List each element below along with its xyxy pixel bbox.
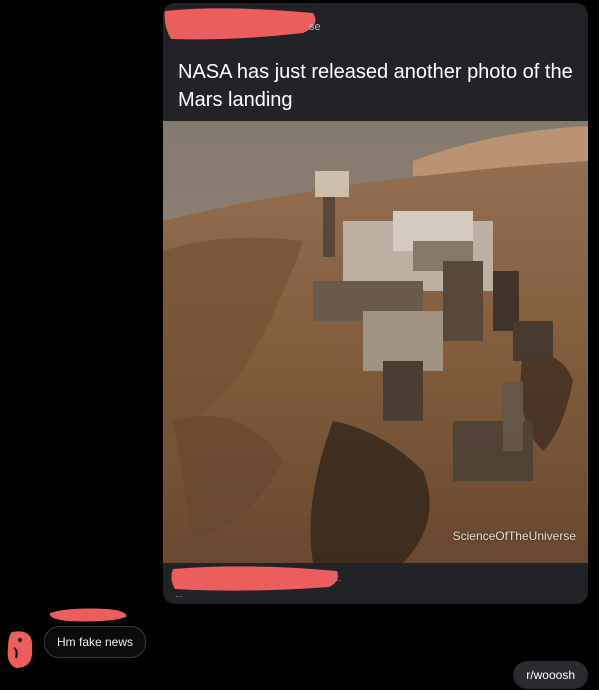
more-ellipsis[interactable]: ... (175, 589, 183, 599)
redacted-caption (171, 566, 338, 591)
caption-ellipsis: ... (333, 573, 342, 584)
handle-fragment: se (309, 21, 321, 33)
reply-bubble[interactable]: r/wooosh (513, 661, 588, 689)
redacted-username (164, 8, 316, 40)
redacted-commenter-name (49, 608, 127, 622)
post-photo[interactable]: ScienceOfTheUniverse (163, 121, 588, 563)
post-card[interactable]: se NASA has just released another photo … (163, 3, 588, 604)
photo-watermark: ScienceOfTheUniverse (452, 529, 576, 543)
post-title: NASA has just released another photo of … (178, 61, 573, 111)
commenter-avatar[interactable] (6, 628, 36, 670)
comment-bubble[interactable]: Hm fake news (44, 626, 147, 658)
